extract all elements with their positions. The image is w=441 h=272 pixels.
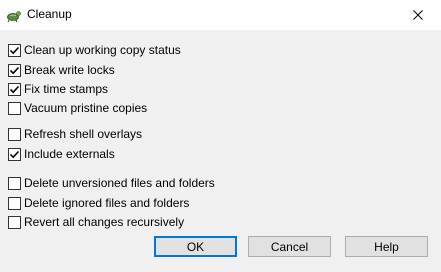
checkbox[interactable] xyxy=(8,176,21,190)
option-label: Include externals xyxy=(24,147,115,161)
checkbox[interactable] xyxy=(8,82,21,96)
checkmark-icon xyxy=(9,46,20,54)
close-icon xyxy=(413,10,423,20)
checkmark-icon xyxy=(9,85,20,93)
checkbox[interactable] xyxy=(8,127,21,141)
option-vacuum-pristine-copies[interactable]: Vacuum pristine copies xyxy=(8,100,147,116)
checkbox[interactable] xyxy=(8,147,21,161)
checkbox[interactable] xyxy=(8,215,21,229)
checkbox[interactable] xyxy=(8,63,21,77)
option-label: Revert all changes recursively xyxy=(24,215,185,229)
close-button[interactable] xyxy=(395,0,441,30)
option-label: Delete ignored files and folders xyxy=(24,196,190,210)
cancel-button[interactable]: Cancel xyxy=(248,236,331,257)
option-delete-ignored[interactable]: Delete ignored files and folders xyxy=(8,195,189,211)
option-break-write-locks[interactable]: Break write locks xyxy=(8,62,115,78)
option-delete-unversioned[interactable]: Delete unversioned files and folders xyxy=(8,175,215,191)
checkmark-icon xyxy=(9,150,20,158)
window-title: Cleanup xyxy=(27,7,72,21)
checkbox[interactable] xyxy=(8,196,21,210)
option-fix-time-stamps[interactable]: Fix time stamps xyxy=(8,81,108,97)
checkbox[interactable] xyxy=(8,101,21,115)
option-label: Refresh shell overlays xyxy=(24,127,143,141)
option-clean-up-working-copy-status[interactable]: Clean up working copy status xyxy=(8,42,181,58)
option-label: Clean up working copy status xyxy=(24,43,181,57)
checkmark-icon xyxy=(9,66,20,74)
option-refresh-shell-overlays[interactable]: Refresh shell overlays xyxy=(8,126,142,142)
help-button[interactable]: Help xyxy=(345,236,428,257)
checkbox[interactable] xyxy=(8,43,21,57)
tortoise-app-icon xyxy=(6,7,22,23)
option-revert-all-changes[interactable]: Revert all changes recursively xyxy=(8,214,184,230)
title-bar: Cleanup xyxy=(0,0,441,30)
option-label: Fix time stamps xyxy=(24,82,109,96)
option-label: Delete unversioned files and folders xyxy=(24,176,215,190)
option-label: Vacuum pristine copies xyxy=(24,101,148,115)
dialog-content: Clean up working copy status Break write… xyxy=(0,30,441,272)
ok-button[interactable]: OK xyxy=(154,236,237,257)
option-label: Break write locks xyxy=(24,63,115,77)
option-include-externals[interactable]: Include externals xyxy=(8,146,115,162)
